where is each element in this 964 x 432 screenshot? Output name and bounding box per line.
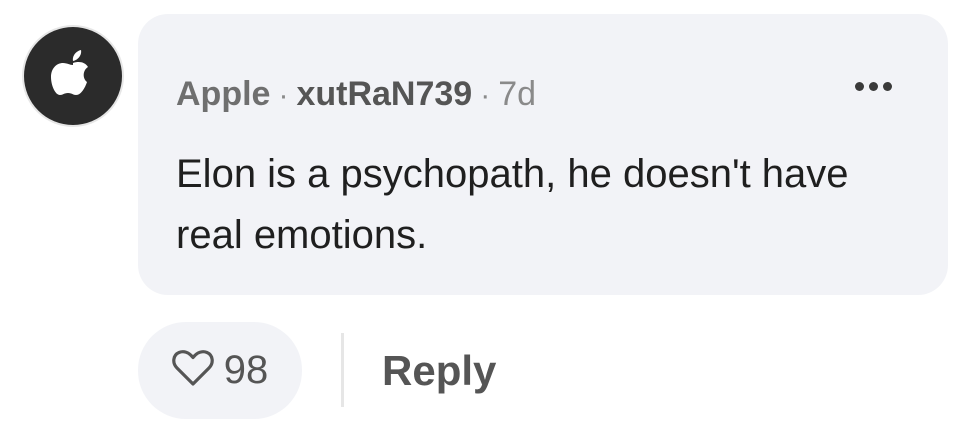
comment-text: Elon is a psychopath, he doesn't have re… xyxy=(176,152,849,257)
more-horizontal-icon xyxy=(869,82,878,91)
more-options-button[interactable] xyxy=(855,82,892,91)
like-count: 98 xyxy=(223,348,269,392)
heart-icon xyxy=(172,349,214,392)
apple-logo-icon xyxy=(51,49,95,104)
comment-time: 7d xyxy=(498,75,537,113)
like-button[interactable]: 98 xyxy=(138,322,302,419)
meta-separator: · xyxy=(480,79,491,112)
more-horizontal-icon xyxy=(855,82,864,91)
comment-meta: Apple · xutRaN739 · 7d xyxy=(176,74,536,116)
username[interactable]: xutRaN739 xyxy=(296,75,472,113)
more-horizontal-icon xyxy=(883,82,892,91)
avatar[interactable] xyxy=(24,27,122,125)
comment-bubble: Apple · xutRaN739 · 7d Elon is a psychopath,… xyxy=(138,14,948,295)
meta-separator: · xyxy=(278,79,289,112)
action-divider xyxy=(341,333,344,407)
author-name[interactable]: Apple xyxy=(176,75,270,113)
reply-button[interactable]: Reply xyxy=(382,345,496,397)
